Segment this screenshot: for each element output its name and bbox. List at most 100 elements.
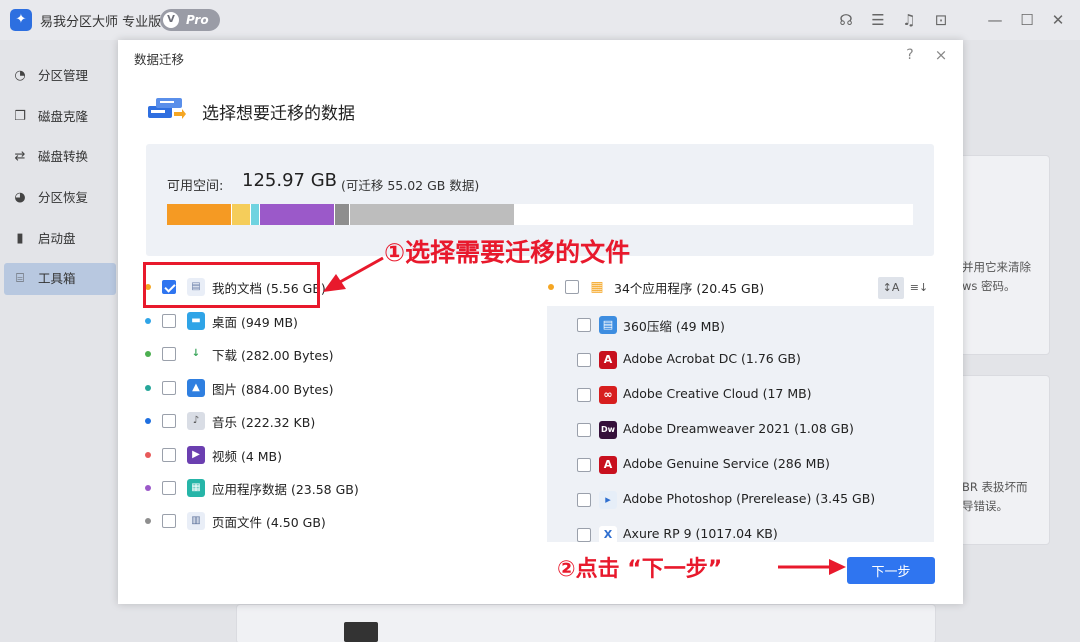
sidebar-item-label: 分区管理 [38,68,89,83]
app-checkbox[interactable] [577,353,591,367]
usage-segment [232,204,251,225]
title-bar: ✦ 易我分区大师 专业版 V Pro ☊ ☰ ♫ ⊡ — ☐ ✕ [0,0,1080,40]
page-file-icon: ▥ [187,512,205,530]
close-icon[interactable]: × [932,46,950,64]
tool-card-desc-line: 并用它来清除 [962,260,1031,274]
annotation-step2: ②点击 “下一步” [557,557,723,582]
download-icon[interactable]: ⊡ [931,10,951,30]
folder-label: 音乐 (222.32 KB) [212,415,316,430]
space-label: 可用空间: [167,179,224,194]
app-checkbox[interactable] [577,423,591,437]
app-logo-icon: ✦ [10,9,32,31]
folder-row[interactable]: ↓ 下载 (282.00 Bytes) [145,342,445,366]
folder-dot [145,452,151,458]
v-badge-icon: V [163,12,179,28]
app-checkbox[interactable] [577,493,591,507]
folder-dot [145,418,151,424]
window-close-icon[interactable]: ✕ [1048,10,1068,30]
next-button[interactable]: 下一步 [847,557,935,584]
folder-row[interactable]: ▶ 视频 (4 MB) [145,443,445,467]
app-row[interactable]: X Axure RP 9 (1017.04 KB) [577,523,927,542]
headset-icon[interactable]: ☊ [836,10,856,30]
sort-alpha-icon[interactable]: ↕A [878,277,904,299]
app-row[interactable]: ▸ Adobe Photoshop (Prerelease) (3.45 GB) [577,488,927,512]
tool-card [236,604,936,642]
usage-segment [350,204,514,225]
migration-icon [148,98,186,119]
app-label: Adobe Creative Cloud (17 MB) [623,386,812,401]
folder-row[interactable]: ▦ 应用程序数据 (23.58 GB) [145,476,445,500]
sidebar-item-boot-disk[interactable]: ▮ 启动盘 [0,223,120,255]
folder-row[interactable]: ▲ 图片 (884.00 Bytes) [145,376,445,400]
genuine-service-icon: A [599,456,617,474]
apps-select-all-checkbox[interactable] [565,280,579,294]
apps-header-row[interactable]: ▦ 34个应用程序 (20.45 GB) [548,275,868,299]
app-row[interactable]: ∞ Adobe Creative Cloud (17 MB) [577,383,927,407]
app-checkbox[interactable] [577,528,591,542]
app-label: Axure RP 9 (1017.04 KB) [623,526,778,541]
annotation-step1: ①选择需要迁移的文件 [384,238,631,267]
feedback-icon[interactable]: ☰ [868,10,888,30]
app-checkbox[interactable] [577,388,591,402]
usage-segment [260,204,335,225]
folder-row[interactable]: ▥ 页面文件 (4.50 GB) [145,509,445,533]
picture-icon: ▲ [187,379,205,397]
folder-checkbox[interactable] [162,414,176,428]
folder-checkbox[interactable] [162,381,176,395]
folder-checkbox[interactable] [162,314,176,328]
folder-checkbox[interactable] [162,481,176,495]
app-title: 易我分区大师 专业版 [40,15,162,30]
space-value: 125.97 GB [242,170,338,191]
sidebar-item-partition[interactable]: ◔ 分区管理 [0,60,120,92]
folder-checkbox[interactable] [162,514,176,528]
sidebar-item-clone[interactable]: ❐ 磁盘克隆 [0,101,120,133]
sidebar-item-convert[interactable]: ⇄ 磁盘转换 [0,141,120,173]
boot-disk-icon: ▮ [16,231,24,246]
app-row[interactable]: Dw Adobe Dreamweaver 2021 (1.08 GB) [577,418,927,442]
app-checkbox[interactable] [577,318,591,332]
usage-segment [251,204,260,225]
folder-dot [145,351,151,357]
apps-dot [548,284,554,290]
photoshop-icon: ▸ [599,491,617,509]
data-migration-dialog: 数据迁移 ? × 选择想要迁移的数据 可用空间: 125.97 GB (可迁移 … [118,40,963,604]
folder-label: 页面文件 (4.50 GB) [212,515,326,530]
maximize-icon[interactable]: ☐ [1017,10,1037,30]
folder-label: 应用程序数据 (23.58 GB) [212,482,359,497]
bell-icon[interactable]: ♫ [899,10,919,30]
space-usage-bar [167,204,913,225]
dreamweaver-icon: Dw [599,421,617,439]
sort-size-icon[interactable]: ≡↓ [906,277,932,299]
tool-card-desc-line: ws 密码。 [962,279,1016,293]
folder-dot [145,318,151,324]
page-title: 选择想要迁移的数据 [202,104,355,124]
pro-label: Pro [186,13,209,27]
video-icon: ▶ [187,446,205,464]
folder-dot [145,385,151,391]
sidebar-item-recovery[interactable]: ◕ 分区恢复 [0,182,120,214]
help-icon[interactable]: ? [901,46,919,64]
creative-cloud-icon: ∞ [599,386,617,404]
minimize-icon[interactable]: — [985,10,1005,30]
app-checkbox[interactable] [577,458,591,472]
app-row[interactable]: A Adobe Genuine Service (286 MB) [577,453,927,477]
sidebar-item-label: 工具箱 [38,271,76,286]
app-row[interactable]: ▤ 360压缩 (49 MB) [577,313,927,337]
sidebar-item-label: 磁盘转换 [38,149,89,164]
folder-checkbox[interactable] [162,347,176,361]
folder-label: 图片 (884.00 Bytes) [212,382,334,397]
folder-checkbox[interactable] [162,448,176,462]
partition-icon: ◔ [14,68,26,83]
sidebar-item-toolbox[interactable]: ⌸ 工具箱 [4,263,116,295]
folder-label: 视频 (4 MB) [212,449,283,464]
sidebar-item-label: 启动盘 [38,231,76,246]
app-row[interactable]: A Adobe Acrobat DC (1.76 GB) [577,348,927,372]
folder-dot [145,518,151,524]
folder-label: 桌面 (949 MB) [212,315,298,330]
folder-row[interactable]: ♪ 音乐 (222.32 KB) [145,409,445,433]
apps-list: ▤ 360压缩 (49 MB) A Adobe Acrobat DC (1.76 GB… [547,306,934,542]
download-folder-icon: ↓ [191,348,201,359]
folder-row[interactable]: ▬ 桌面 (949 MB) [145,309,445,333]
app-label: Adobe Genuine Service (286 MB) [623,456,830,471]
tool-thumbnail [344,622,378,642]
